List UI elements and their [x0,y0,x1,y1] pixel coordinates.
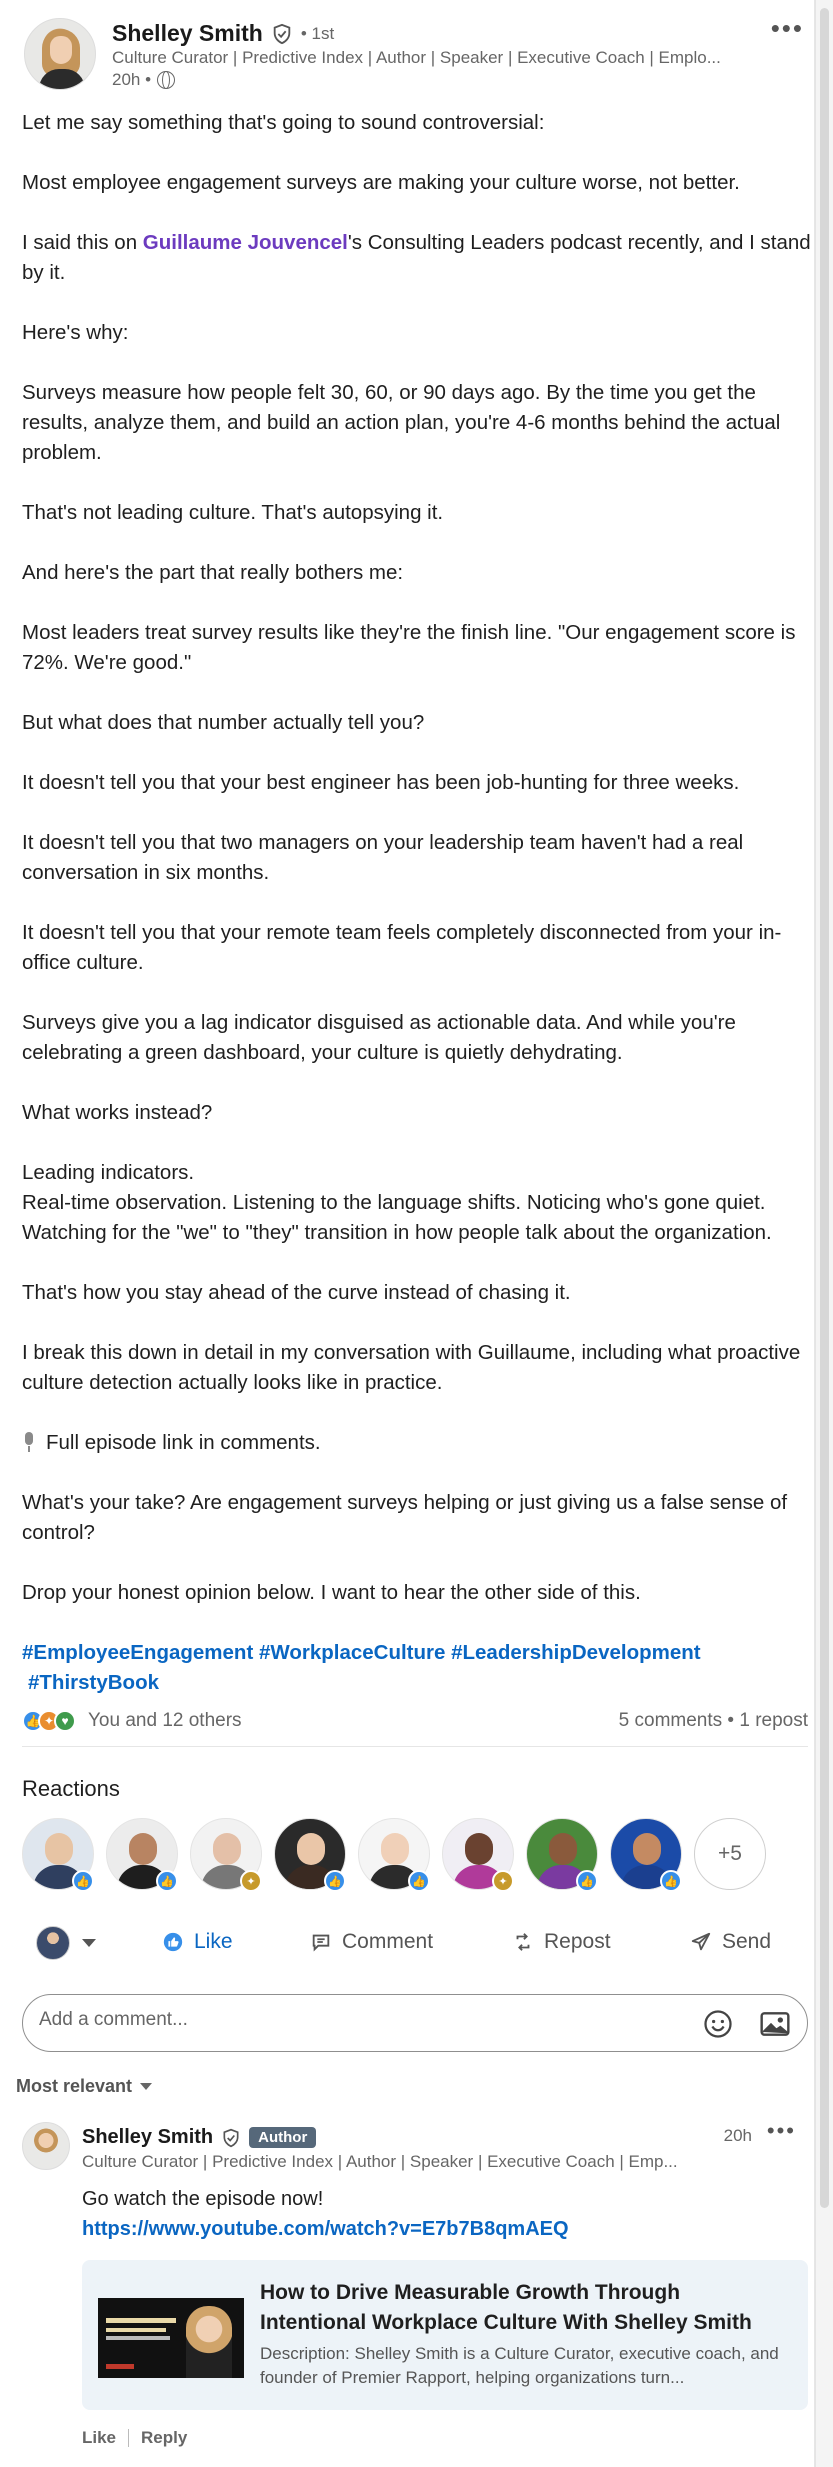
preview-thumbnail [98,2298,244,2378]
image-icon[interactable] [759,2009,791,2039]
sort-label: Most relevant [16,2076,133,2096]
post-paragraph: Here's why: [22,321,129,344]
post-paragraph: That's how you stay ahead of the curve i… [22,1281,571,1304]
post-paragraph: It doesn't tell you that your best engin… [22,771,740,794]
author-name[interactable]: Shelley Smith [112,20,263,47]
actor-avatar [36,1926,70,1960]
like-badge-icon: 👍 [156,1870,178,1892]
send-label: Send [722,1930,772,1953]
like-label: Like [194,1930,233,1953]
hashtags[interactable]: #EmployeeEngagement #WorkplaceCulture #L… [22,1638,812,1698]
like-badge-icon: 👍 [408,1870,430,1892]
post-paragraph: What works instead? [22,1101,213,1124]
sort-dropdown[interactable]: Most relevant [16,2076,153,2097]
post-body: Let me say something that's going to sou… [22,108,812,1698]
post-paragraph: It doesn't tell you that your remote tea… [22,921,782,974]
comment-time: 20h [723,2126,752,2145]
comment-item: Shelley Smith Author 20h ••• Culture Cur… [22,2118,808,2452]
post-paragraph: Drop your honest opinion below. I want t… [22,1581,641,1604]
more-reactors-button[interactable]: +5 [694,1818,766,1890]
post-paragraph: What's your take? Are engagement surveys… [22,1491,788,1544]
comments-reposts-count[interactable]: 5 comments • 1 repost [619,1710,808,1732]
action-bar: Like Comment Repost Send [22,1922,808,1968]
post-card: Shelley Smith • 1st Culture Curator | Pr… [0,0,815,2467]
commenter-avatar[interactable] [22,2122,70,2170]
like-badge-icon: 👍 [576,1870,598,1892]
insightful-badge-icon: ✦ [492,1870,514,1892]
post-paragraph: Full episode link in comments. [22,1428,812,1458]
comment-label: Comment [342,1930,434,1953]
post-paragraph: Leading indicators. Real-time observation… [22,1161,772,1244]
comment-input[interactable] [39,2009,639,2031]
insightful-badge-icon: ✦ [240,1870,262,1892]
reactors-list: 👍 👍 ✦ 👍 👍 ✦ 👍 👍 +5 [22,1818,812,1894]
reactions-count[interactable]: You and 12 others [88,1710,242,1732]
comment-link[interactable]: https://www.youtube.com/watch?v=E7b7B8qm… [82,2218,569,2241]
verified-shield-icon [273,23,291,44]
like-badge-icon: 👍 [324,1870,346,1892]
preview-title: How to Drive Measurable Growth Through I… [260,2281,752,2334]
verified-shield-icon [223,2128,239,2147]
link-preview-card[interactable]: How to Drive Measurable Growth Through I… [82,2260,808,2410]
comment-button[interactable]: Comment [310,1930,433,1954]
post-paragraph: Most employee engagement surveys are mak… [22,171,740,194]
scrollbar-thumb[interactable] [820,8,829,2208]
more-options-icon[interactable]: ••• [771,15,804,41]
commenter-name-row: Shelley Smith Author [82,2126,317,2149]
social-counts: 👍 ✦ ♥ You and 12 others 5 comments • 1 r… [22,1708,808,1736]
connection-degree: • 1st [300,23,335,43]
hashtags-line[interactable]: #ThirstyBook [22,1668,812,1698]
repost-label: Repost [544,1930,611,1953]
comment-text: Go watch the episode now! [82,2188,324,2210]
globe-icon [157,71,176,89]
post-paragraph: Surveys give you a lag indicator disguis… [22,1011,736,1064]
post-paragraph: But what does that number actually tell … [22,711,425,734]
hashtags-line[interactable]: #EmployeeEngagement #WorkplaceCulture #L… [22,1638,812,1668]
like-badge-icon: 👍 [660,1870,682,1892]
like-icon [163,1932,183,1952]
comment-icon [312,1934,330,1952]
author-avatar[interactable] [24,18,96,90]
commenter-name[interactable]: Shelley Smith [82,2126,213,2149]
like-button[interactable]: Like [162,1930,233,1954]
comment-more-icon[interactable]: ••• [767,2118,796,2144]
reactions-title: Reactions [22,1776,120,1801]
reaction-icons[interactable]: 👍 ✦ ♥ [22,1710,76,1732]
comment-reply-button[interactable]: Reply [141,2428,187,2448]
actor-selector[interactable] [36,1926,96,1960]
scrollbar[interactable] [815,0,833,2467]
divider [22,1746,808,1747]
send-button[interactable]: Send [690,1930,771,1954]
comment-actions: Like Reply [82,2428,187,2448]
divider [128,2429,130,2447]
post-paragraph: That's not leading culture. That's autop… [22,501,444,524]
author-name-row: Shelley Smith • 1st [112,20,334,47]
post-paragraph: And here's the part that really bothers … [22,561,404,584]
author-headline: Culture Curator | Predictive Index | Aut… [112,48,721,67]
comment-like-button[interactable]: Like [82,2428,116,2448]
post-paragraph: Let me say something that's going to sou… [22,111,545,134]
post-paragraph: It doesn't tell you that two managers on… [22,831,744,884]
comment-box [22,1994,808,2052]
post-time: 20h • [112,70,152,89]
post-header: Shelley Smith • 1st Culture Curator | Pr… [24,15,804,96]
repost-button[interactable]: Repost [512,1930,611,1954]
mention-link[interactable]: Guillaume Jouvencel [143,231,348,254]
chevron-down-icon [82,1939,96,1947]
author-badge: Author [249,2127,317,2148]
repost-icon [516,1933,530,1951]
like-badge-icon: 👍 [72,1870,94,1892]
post-paragraph: I said this on Guillaume Jouvencel's Con… [22,231,811,284]
support-reaction-icon: ♥ [54,1710,76,1732]
chevron-down-icon [140,2083,153,2090]
commenter-headline: Culture Curator | Predictive Index | Aut… [82,2152,678,2171]
post-timestamp: 20h • [112,70,176,90]
microphone-icon [22,1432,36,1452]
post-paragraph: Surveys measure how people felt 30, 60, … [22,381,781,464]
post-paragraph: I break this down in detail in my conver… [22,1341,801,1394]
post-paragraph: Most leaders treat survey results like t… [22,621,796,674]
preview-description: Description: Shelley Smith is a Culture … [260,2344,779,2387]
emoji-icon[interactable] [703,2009,733,2039]
send-icon [691,1932,711,1951]
